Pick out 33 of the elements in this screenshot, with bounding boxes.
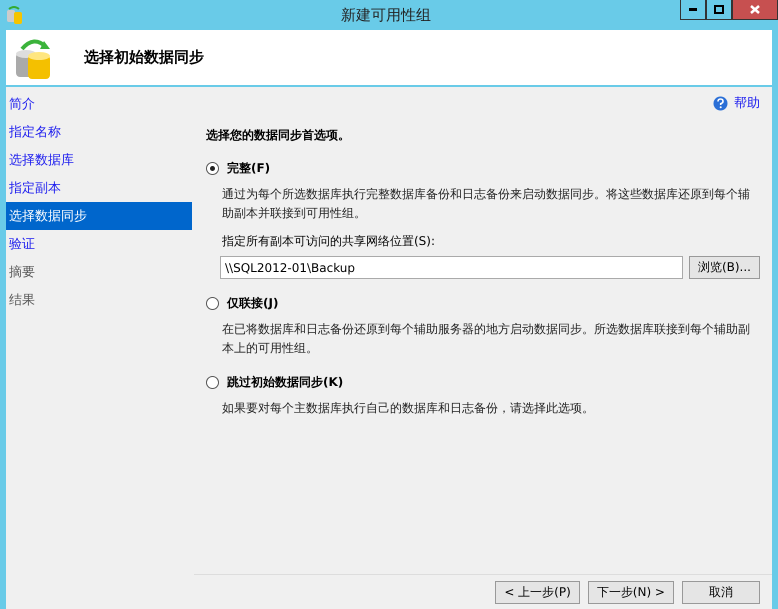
field-label: 指定所有副本可访问的共享网络位置(S): (222, 233, 436, 250)
page-heading: 选择初始数据同步 (84, 48, 204, 67)
close-button[interactable] (732, 0, 778, 20)
minimize-button[interactable] (680, 0, 706, 20)
share-path-field[interactable]: \\SQL2012-01\Backup (220, 256, 683, 279)
help-link[interactable]: 帮助 (734, 94, 760, 112)
radio-button[interactable] (206, 297, 219, 310)
browse-button[interactable]: 浏览(B)... (688, 256, 760, 279)
nav-button[interactable]: < 上一步(P) (495, 580, 580, 604)
maximize-button[interactable] (706, 0, 732, 20)
sidebar-item[interactable]: 验证 (6, 230, 192, 258)
window-title: 新建可用性组 (340, 6, 432, 24)
option-description: 如果要对每个主数据库执行自己的数据库和日志备份，请选择此选项。 (222, 400, 595, 417)
option-label: 完整(F) (227, 160, 270, 177)
prompt-text: 选择您的数据同步首选项。 (206, 127, 351, 144)
option-description: 通过为每个所选数据库执行完整数据库备份和日志备份来启动数据同步。将这些数据库还原到每个辅助副本并联接到可用性组。 (222, 186, 751, 222)
sidebar-item[interactable]: 选择数据库 (6, 146, 192, 174)
option-label: 跳过初始数据同步(K) (227, 374, 344, 391)
sidebar-item[interactable]: 指定副本 (6, 174, 192, 202)
sidebar-item[interactable]: 指定名称 (6, 118, 192, 146)
help-icon (713, 96, 728, 110)
minimize-icon (689, 8, 697, 11)
sidebar-item[interactable]: 选择数据同步 (6, 202, 192, 230)
option-description: 在已将数据库和日志备份还原到每个辅助服务器的地方启动数据同步。所选数据库联接到每个辅助副本上的可用性组。 (222, 321, 751, 357)
radio-button[interactable] (206, 376, 219, 389)
close-icon (750, 5, 760, 14)
option-label: 仅联接(J) (227, 295, 278, 312)
nav-button[interactable]: 下一步(N) > (588, 580, 674, 604)
maximize-icon (714, 5, 724, 14)
radio-button[interactable] (206, 162, 219, 175)
app-icon (6, 5, 24, 25)
sidebar-item[interactable]: 简介 (6, 90, 192, 118)
nav-button[interactable]: 取消 (682, 580, 760, 604)
